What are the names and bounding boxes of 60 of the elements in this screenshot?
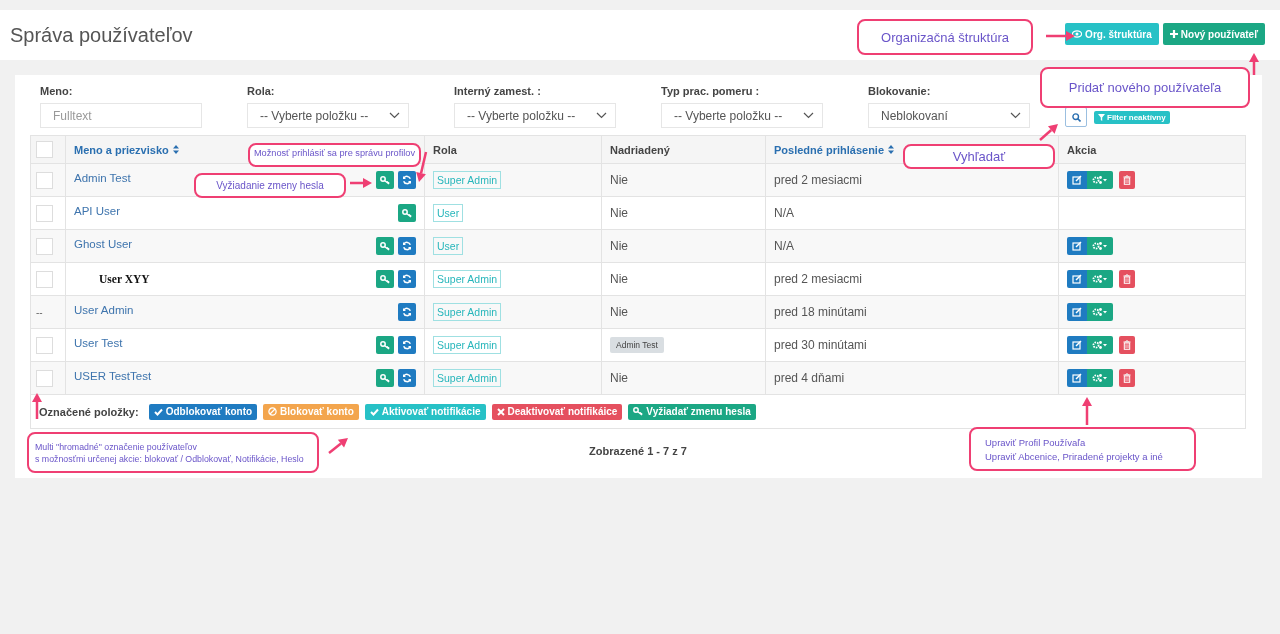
column-header: Rola: [433, 143, 457, 156]
role-badge: User: [433, 204, 464, 222]
filter-label: Blokovanie:: [868, 85, 932, 97]
bulk-label: Označené položky:: [39, 405, 139, 418]
role-badge: Super Admin: [433, 270, 502, 288]
role-badge: User: [433, 237, 464, 255]
bulk-action-button[interactable]: Deaktivovať notifikáice: [491, 403, 623, 420]
filter-label: Meno:: [40, 85, 74, 97]
column-header[interactable]: Meno a priezvisko: [74, 143, 179, 156]
last-login-text: pred 30 minútami: [774, 338, 867, 352]
last-login-text: pred 4 dňami: [774, 371, 845, 385]
header-button[interactable]: Nový používateľ: [1162, 23, 1265, 45]
column-header: Akcia: [1067, 143, 1097, 156]
manager-tag: Admin Test: [610, 337, 664, 353]
manager-text: Nie: [610, 272, 628, 286]
annotation-text: Možnosť prihlásiť sa pre správu profilov: [253, 148, 416, 158]
select-field[interactable]: Neblokovaní: [868, 103, 1030, 128]
placeholder-text: --: [36, 307, 43, 318]
role-badge: Super Admin: [433, 303, 502, 321]
pagination-text: Zobrazené 1 - 7 z 7: [589, 445, 687, 457]
column-header: Nadriadený: [610, 143, 670, 156]
column-header[interactable]: Posledné prihlásenie: [774, 143, 895, 156]
role-badge: Super Admin: [433, 336, 502, 354]
last-login-text: pred 2 mesiacmi: [774, 173, 863, 187]
filter-label: Typ prac. pomeru :: [661, 85, 761, 97]
last-login-text: N/A: [774, 239, 794, 253]
filter-label: Rola:: [247, 85, 276, 97]
role-badge: Super Admin: [433, 171, 502, 189]
role-badge: Super Admin: [433, 369, 502, 387]
user-name-link[interactable]: USER TestTest: [74, 369, 152, 382]
manager-text: Nie: [610, 173, 628, 187]
manager-text: Nie: [610, 206, 628, 220]
user-name-link[interactable]: Ghost User: [74, 237, 133, 250]
user-name-link[interactable]: Admin Test: [74, 171, 131, 184]
manager-text: Nie: [610, 239, 628, 253]
user-name-link[interactable]: User Test: [74, 336, 123, 349]
manager-text: Nie: [610, 371, 628, 385]
user-name-link[interactable]: User Admin: [74, 303, 134, 316]
annotation-text: Upraviť Abcenice, Priradené projekty a iné: [985, 450, 1163, 462]
annotation-text: Vyhľadať: [952, 149, 1006, 164]
manager-text: Nie: [610, 305, 628, 319]
annotation-text: s možnosťmi určenej akcie: blokovať / Odblokovať, Notifikácie, Heslo: [35, 453, 304, 464]
filter-label: Interný zamest. :: [454, 85, 542, 97]
last-login-text: N/A: [774, 206, 794, 220]
user-name: User XYY: [98, 273, 150, 285]
user-name-link[interactable]: API User: [74, 204, 120, 217]
last-login-text: pred 2 mesiacmi: [774, 272, 863, 286]
text-field[interactable]: Fulltext: [40, 103, 202, 128]
page-title: Správa používateľov: [10, 23, 193, 47]
annotation-text: Multi "hromadné" označenie používateľov: [35, 441, 197, 452]
annotation-text: Pridať nového používateľa: [1068, 80, 1222, 95]
annotation-text: Upraviť Profil Používaľa: [985, 436, 1086, 448]
select-field[interactable]: -- Vyberte položku --: [661, 103, 823, 128]
select-field[interactable]: -- Vyberte položku --: [247, 103, 409, 128]
last-login-text: pred 18 minútami: [774, 305, 867, 319]
annotation-text: Vyžiadanie zmeny hesla: [216, 180, 324, 191]
bulk-action-button[interactable]: Vyžiadať zmenu hesla: [628, 403, 756, 420]
select-field[interactable]: -- Vyberte položku --: [454, 103, 616, 128]
annotation-text: Organizačná štruktúra: [881, 29, 1009, 45]
bulk-action-button[interactable]: Odblokovať konto: [148, 403, 258, 420]
